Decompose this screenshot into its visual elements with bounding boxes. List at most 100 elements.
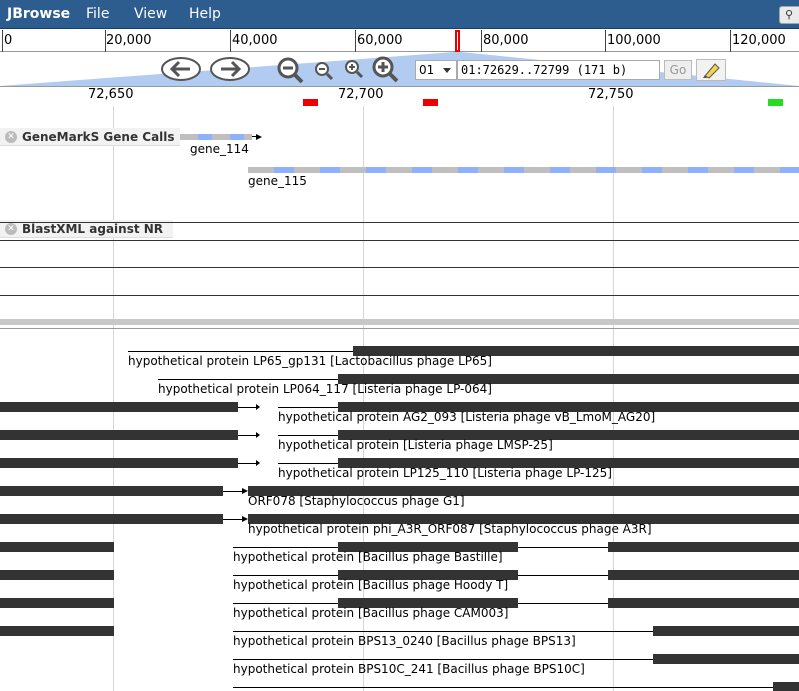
hit-line [233,547,338,548]
share-icon: ⚲ [785,8,794,21]
blast-hit[interactable] [608,542,799,552]
chevron-down-icon [443,68,451,73]
hit-line [278,435,338,436]
hit-label: ORF078 [Staphylococcus phage G1] [248,494,465,508]
hit-label: hypothetical protein LP65_gp131 [Lactoba… [128,354,492,368]
hit-line [238,463,256,464]
hit-label: hypothetical protein BPS13_0240 [Bacillu… [233,634,576,648]
hit-line [518,575,608,576]
stop-codon-markers [0,99,799,106]
location-input[interactable]: 01:72629..72799 (171 b) [457,60,660,80]
hit-line [518,547,608,548]
blast-hit[interactable] [0,458,238,468]
strand-arrow-icon [256,432,260,438]
track-line [0,240,799,241]
blast-hit[interactable] [653,626,799,636]
track-area[interactable]: ✕ GeneMarkS Gene Calls gene_114 gene_115… [0,106,799,691]
overview-tick [230,30,231,52]
gene-feature[interactable] [248,167,799,173]
menu-help[interactable]: Help [189,6,221,22]
zoom-out-icon[interactable] [313,60,335,82]
hit-line [278,407,338,408]
navigation-bar: 01 01:72629..72799 (171 b) Go [0,52,799,86]
hit-line [238,407,256,408]
blast-hit[interactable] [608,570,799,580]
close-icon[interactable]: ✕ [5,131,17,143]
sequence-select[interactable]: 01 [415,60,457,80]
track-line [0,222,799,223]
blast-hit[interactable] [0,430,238,440]
hit-label: hypothetical protein [Bacillus phage Hoo… [233,578,509,592]
highlight-button[interactable] [696,59,726,81]
track-line [0,328,799,329]
menu-view[interactable]: View [134,6,167,22]
blast-hit[interactable] [0,598,114,608]
overview-ruler[interactable]: 0 20,000 40,000 60,000 80,000 100,000 12… [0,30,799,52]
detail-ruler: 72,650 72,700 72,750 [0,86,799,102]
app-title: JBrowse [7,6,71,22]
blast-hit[interactable] [0,570,114,580]
sequence-select-value: 01 [419,63,435,77]
blast-hit[interactable] [0,514,223,524]
overview-tick [605,30,606,52]
track-title: GeneMarkS Gene Calls [22,130,175,144]
hit-line [158,379,338,380]
go-button[interactable]: Go [664,60,692,80]
hit-line [518,603,608,604]
share-button[interactable]: ⚲ [779,6,799,24]
blast-hit[interactable] [773,682,799,691]
overview-tick-label: 60,000 [357,33,403,48]
hit-label: hypothetical protein phi_A3R_ORF087 [Sta… [248,522,652,536]
hit-line [128,351,353,352]
blast-hit[interactable] [0,486,223,496]
blast-hit[interactable] [0,402,238,412]
track-label-genemark[interactable]: ✕ GeneMarkS Gene Calls [0,128,180,146]
red-marker [303,99,318,106]
pan-right-icon[interactable] [209,56,251,82]
close-icon[interactable]: ✕ [5,223,17,235]
blast-hit[interactable] [0,626,114,636]
zoom-in-more-icon[interactable] [370,55,400,83]
hit-label: hypothetical protein AG2_093 [Listeria p… [278,410,656,424]
hit-line [238,435,256,436]
hit-line [233,687,773,688]
blast-hit[interactable] [608,598,799,608]
overview-tick-label: 40,000 [232,33,278,48]
hit-label: hypothetical protein BPS10C_241 [Bacillu… [233,662,585,676]
blast-hit[interactable] [0,542,114,552]
highlighter-icon [703,63,720,79]
hit-line [233,631,653,632]
gene-feature[interactable] [180,134,252,140]
track-line [0,267,799,268]
menu-file[interactable]: File [86,6,109,22]
hit-label: hypothetical protein [Bacillus phage Bas… [233,550,503,564]
hit-line [233,575,338,576]
hit-label: hypothetical protein LP125_110 [Listeria… [278,466,612,480]
pan-left-icon[interactable] [160,56,202,82]
strand-arrow-icon [256,460,260,466]
hit-label: hypothetical protein [Listeria phage LMS… [278,438,553,452]
blast-hit[interactable] [653,654,799,664]
hit-label: hypothetical protein LP064_117 [Listeria… [158,382,492,396]
hit-line [233,659,653,660]
overview-tick-label: 80,000 [483,33,529,48]
red-marker [423,99,438,106]
zoom-in-icon[interactable] [343,58,365,80]
overview-tick-label: 100,000 [607,33,661,48]
hit-line [223,491,243,492]
menu-bar: JBrowse File View Help ⚲ [0,0,799,29]
overview-tick-label: 0 [4,33,13,48]
hit-line [233,603,338,604]
zoom-out-more-icon[interactable] [275,56,305,84]
hit-line [223,519,243,520]
track-line [0,295,799,296]
overview-tick [481,30,482,52]
strand-arrow-icon [256,134,262,140]
overview-location-marker[interactable] [455,30,460,52]
green-marker [768,99,783,106]
hit-label: hypothetical protein [Bacillus phage CAM… [233,606,509,620]
overview-tick-label: 120,000 [732,33,786,48]
track-title: BlastXML against NR [22,222,164,236]
overview-tick-label: 20,000 [106,33,152,48]
strand-arrow-icon [256,404,260,410]
